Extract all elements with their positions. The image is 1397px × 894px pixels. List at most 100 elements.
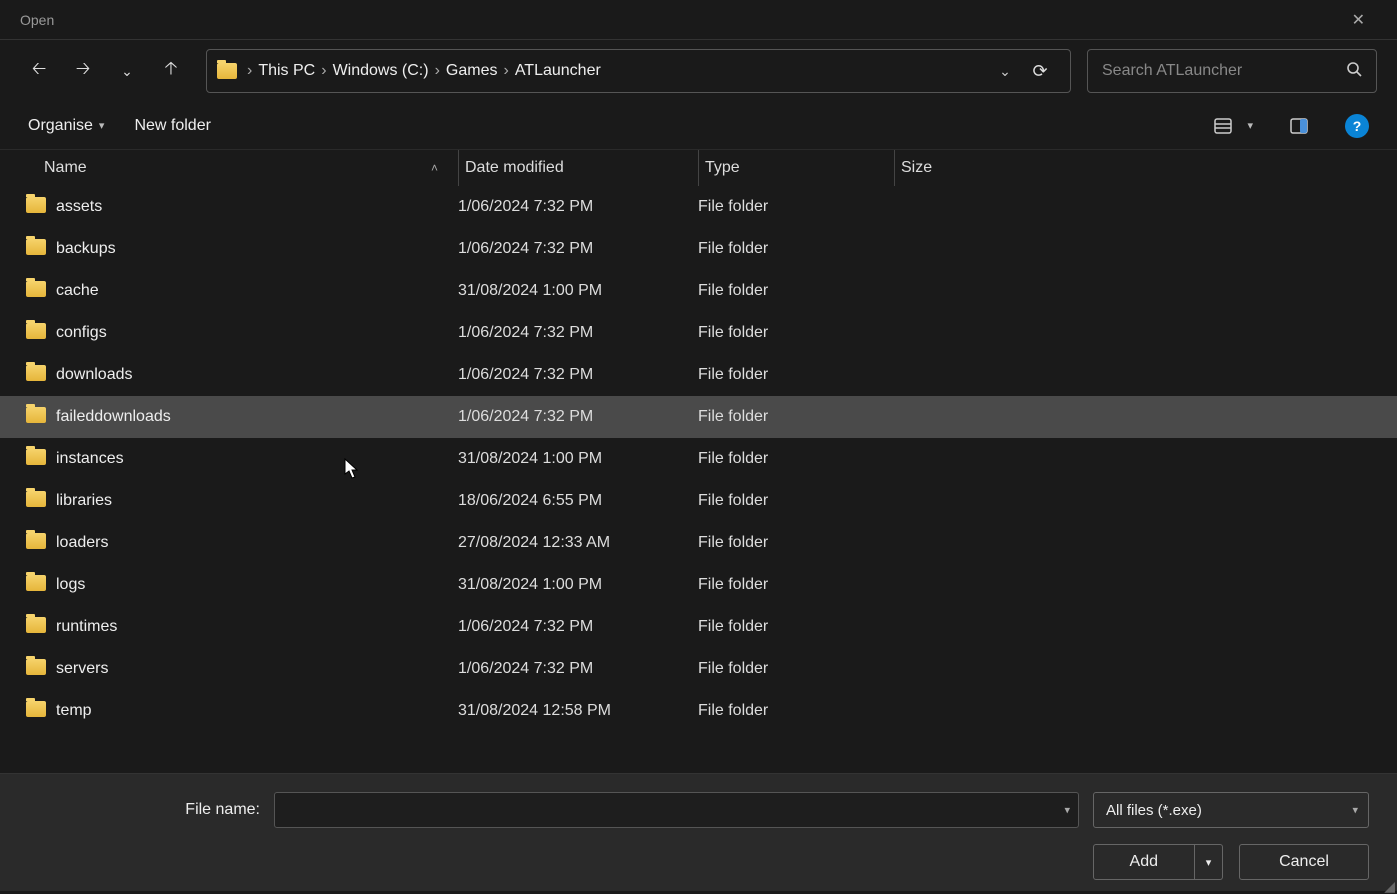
file-name: loaders	[56, 534, 458, 552]
file-name: instances	[56, 450, 458, 468]
file-type: File folder	[698, 198, 894, 216]
file-type: File folder	[698, 618, 894, 636]
column-date-header[interactable]: Date modified	[458, 150, 698, 186]
add-dropdown-button[interactable]: ▾	[1195, 844, 1223, 880]
file-type: File folder	[698, 702, 894, 720]
chevron-down-icon: ▾	[99, 119, 105, 132]
search-icon	[1346, 61, 1362, 82]
file-name: cache	[56, 282, 458, 300]
chevron-right-icon: ›	[319, 62, 328, 80]
organise-menu[interactable]: Organise ▾	[28, 117, 104, 135]
file-type: File folder	[698, 492, 894, 510]
file-row[interactable]: configs1/06/2024 7:32 PMFile folder	[0, 312, 1397, 354]
search-box[interactable]	[1087, 49, 1377, 93]
file-row[interactable]: faileddownloads1/06/2024 7:32 PMFile fol…	[0, 396, 1397, 438]
file-name: servers	[56, 660, 458, 678]
file-type: File folder	[698, 282, 894, 300]
nav-row: 🡠 🡢 ⌄ 🡡 › This PC › Windows (C:) › Games…	[0, 40, 1397, 102]
file-row[interactable]: libraries18/06/2024 6:55 PMFile folder	[0, 480, 1397, 522]
file-name: logs	[56, 576, 458, 594]
file-type: File folder	[698, 660, 894, 678]
folder-icon	[26, 239, 46, 255]
close-button[interactable]: ✕	[1340, 2, 1377, 38]
file-row[interactable]: logs31/08/2024 1:00 PMFile folder	[0, 564, 1397, 606]
file-date: 31/08/2024 1:00 PM	[458, 282, 698, 300]
file-type: File folder	[698, 408, 894, 426]
breadcrumb-item[interactable]: Games	[442, 62, 502, 80]
folder-icon	[26, 449, 46, 465]
file-date: 31/08/2024 1:00 PM	[458, 450, 698, 468]
file-date: 1/06/2024 7:32 PM	[458, 618, 698, 636]
folder-icon	[26, 701, 46, 717]
window-title: Open	[20, 12, 54, 28]
view-dropdown-icon[interactable]: ▾	[1247, 119, 1253, 132]
file-date: 31/08/2024 1:00 PM	[458, 576, 698, 594]
filename-label: File name:	[0, 801, 260, 819]
chevron-right-icon: ›	[245, 62, 254, 80]
file-date: 1/06/2024 7:32 PM	[458, 408, 698, 426]
file-name: runtimes	[56, 618, 458, 636]
chevron-right-icon: ›	[501, 62, 510, 80]
breadcrumb-item[interactable]: ATLauncher	[511, 62, 605, 80]
file-date: 27/08/2024 12:33 AM	[458, 534, 698, 552]
forward-button[interactable]: 🡢	[64, 52, 102, 90]
folder-icon	[26, 617, 46, 633]
folder-icon	[217, 63, 237, 79]
address-bar[interactable]: › This PC › Windows (C:) › Games › ATLau…	[206, 49, 1071, 93]
file-date: 1/06/2024 7:32 PM	[458, 366, 698, 384]
help-button[interactable]: ?	[1345, 114, 1369, 138]
address-history-dropdown[interactable]: ⌄	[990, 63, 1020, 80]
up-button[interactable]: 🡡	[152, 52, 190, 90]
back-button[interactable]: 🡠	[20, 52, 58, 90]
file-name: libraries	[56, 492, 458, 510]
breadcrumb-item[interactable]: Windows (C:)	[329, 62, 433, 80]
resize-grip-icon[interactable]: ◢	[1384, 883, 1393, 889]
folder-icon	[26, 533, 46, 549]
recent-locations-button[interactable]: ⌄	[108, 52, 146, 90]
file-row[interactable]: servers1/06/2024 7:32 PMFile folder	[0, 648, 1397, 690]
cancel-button[interactable]: Cancel	[1239, 844, 1369, 880]
file-row[interactable]: instances31/08/2024 1:00 PMFile folder	[0, 438, 1397, 480]
file-date: 1/06/2024 7:32 PM	[458, 324, 698, 342]
folder-icon	[26, 197, 46, 213]
search-input[interactable]	[1102, 62, 1346, 80]
file-row[interactable]: cache31/08/2024 1:00 PMFile folder	[0, 270, 1397, 312]
filetype-dropdown[interactable]: All files (*.exe) ▾	[1093, 792, 1369, 828]
file-row[interactable]: loaders27/08/2024 12:33 AMFile folder	[0, 522, 1397, 564]
file-row[interactable]: downloads1/06/2024 7:32 PMFile folder	[0, 354, 1397, 396]
file-row[interactable]: backups1/06/2024 7:32 PMFile folder	[0, 228, 1397, 270]
chevron-right-icon: ›	[433, 62, 442, 80]
chevron-down-icon[interactable]: ▾	[1064, 804, 1070, 817]
preview-pane-button[interactable]	[1283, 110, 1315, 142]
file-name: assets	[56, 198, 458, 216]
add-button[interactable]: Add	[1093, 844, 1195, 880]
file-type: File folder	[698, 534, 894, 552]
folder-icon	[26, 365, 46, 381]
toolbar: Organise ▾ New folder ▾ ?	[0, 102, 1397, 150]
chevron-down-icon: ▾	[1352, 804, 1358, 817]
folder-icon	[26, 323, 46, 339]
file-name: faileddownloads	[56, 408, 458, 426]
refresh-button[interactable]: ⟳	[1020, 61, 1060, 82]
sort-indicator-icon: ˄	[431, 161, 438, 175]
file-type: File folder	[698, 240, 894, 258]
new-folder-button[interactable]: New folder	[134, 117, 210, 135]
file-type: File folder	[698, 450, 894, 468]
file-type: File folder	[698, 576, 894, 594]
file-name: temp	[56, 702, 458, 720]
column-type-header[interactable]: Type	[698, 150, 894, 186]
view-mode-button[interactable]	[1207, 110, 1239, 142]
file-list[interactable]: assets1/06/2024 7:32 PMFile folderbackup…	[0, 186, 1397, 734]
file-type: File folder	[698, 366, 894, 384]
breadcrumb-item[interactable]: This PC	[254, 62, 319, 80]
column-name-header[interactable]: Name ˄	[44, 159, 458, 177]
folder-icon	[26, 407, 46, 423]
file-row[interactable]: runtimes1/06/2024 7:32 PMFile folder	[0, 606, 1397, 648]
folder-icon	[26, 491, 46, 507]
file-name: downloads	[56, 366, 458, 384]
file-row[interactable]: assets1/06/2024 7:32 PMFile folder	[0, 186, 1397, 228]
folder-icon	[26, 281, 46, 297]
column-size-header[interactable]: Size	[894, 150, 1022, 186]
filename-input[interactable]: ▾	[274, 792, 1079, 828]
file-row[interactable]: temp31/08/2024 12:58 PMFile folder	[0, 690, 1397, 732]
